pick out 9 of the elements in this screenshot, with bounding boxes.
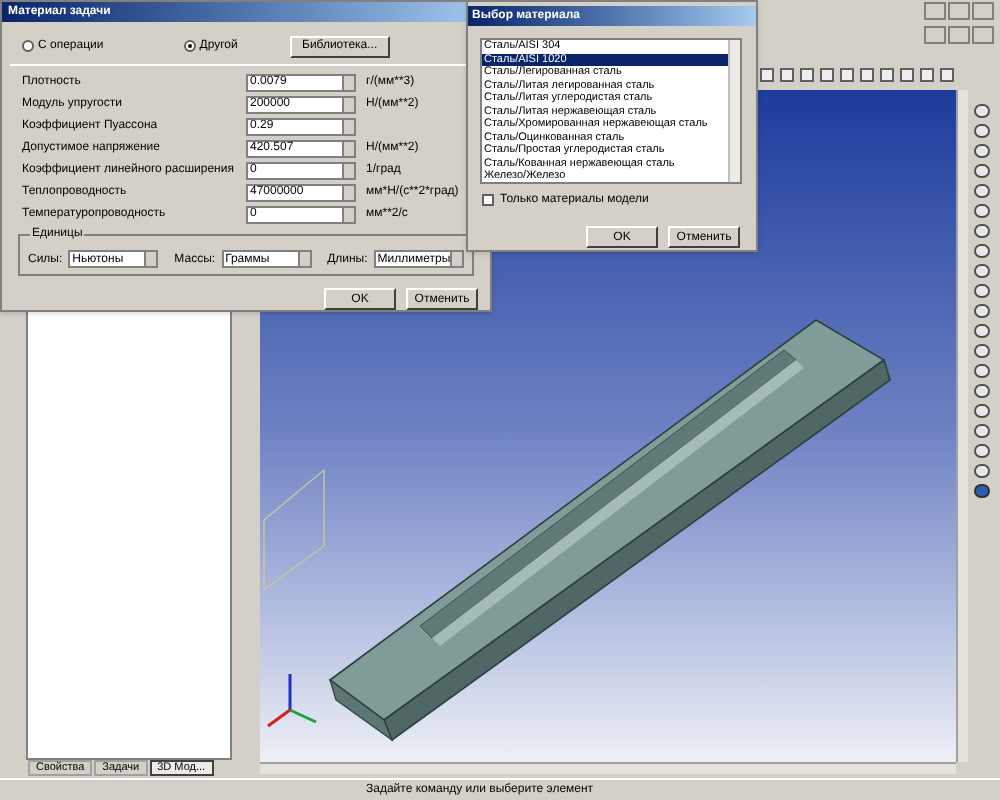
checkbox[interactable] <box>482 194 494 206</box>
axis-triad-icon <box>267 674 317 728</box>
list-scrollbar[interactable] <box>728 40 740 182</box>
horizontal-scrollbar[interactable] <box>260 762 956 774</box>
shade-icon[interactable] <box>974 484 990 498</box>
radio-button[interactable] <box>22 40 34 52</box>
radio-button[interactable] <box>183 40 196 52</box>
plane-wireframe <box>263 469 325 591</box>
vertical-scrollbar[interactable] <box>956 90 968 762</box>
